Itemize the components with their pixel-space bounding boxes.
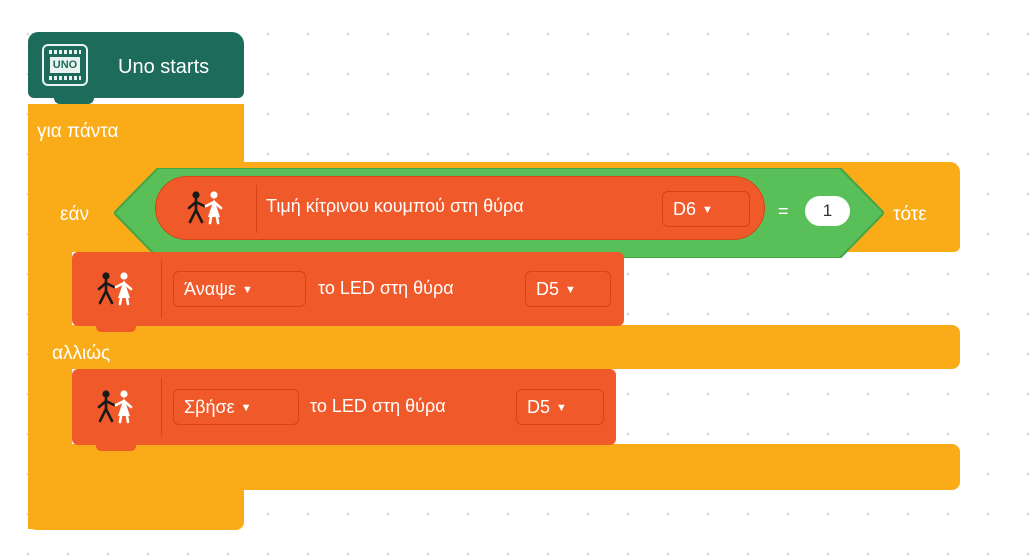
block-connector bbox=[96, 322, 136, 332]
equals-sign: = bbox=[778, 201, 789, 221]
two-figures-icon bbox=[97, 272, 133, 306]
block-separator bbox=[161, 260, 162, 318]
port-dropdown-d5[interactable]: D5 ▼ bbox=[516, 389, 604, 425]
port-dropdown-d6[interactable]: D6 ▼ bbox=[662, 191, 750, 227]
two-figures-icon bbox=[97, 390, 133, 424]
caret-down-icon: ▼ bbox=[556, 402, 567, 414]
forever-block-bottom bbox=[28, 490, 244, 530]
hat-title: Uno starts bbox=[118, 56, 210, 78]
caret-down-icon: ▼ bbox=[241, 284, 253, 296]
led-port-text: το LED στη θύρα bbox=[318, 278, 454, 298]
caret-down-icon: ▼ bbox=[702, 204, 713, 216]
board-label: UNO bbox=[50, 57, 80, 73]
value-input[interactable]: 1 bbox=[805, 196, 850, 226]
caret-down-icon: ▼ bbox=[240, 402, 252, 414]
hat-block-connector bbox=[54, 92, 94, 104]
port-dropdown-d5[interactable]: D5 ▼ bbox=[525, 271, 611, 307]
action-value: Άναψε bbox=[184, 279, 236, 299]
led-port-text: το LED στη θύρα bbox=[310, 396, 446, 416]
port-value: D6 bbox=[673, 199, 697, 219]
port-value: D5 bbox=[527, 397, 551, 417]
reporter-text: Τιμή κίτρινου κουμπού στη θύρα bbox=[266, 196, 524, 216]
arduino-uno-board-icon: UNO bbox=[42, 44, 88, 86]
block-separator bbox=[161, 378, 162, 436]
forever-block-rail bbox=[28, 104, 50, 529]
then-label: τότε bbox=[893, 204, 927, 225]
block-connector bbox=[96, 441, 136, 451]
two-figures-icon bbox=[187, 191, 223, 225]
action-dropdown-turn-on[interactable]: Άναψε ▼ bbox=[173, 271, 306, 307]
reporter-separator bbox=[256, 185, 257, 233]
if-else-block-bottom bbox=[50, 444, 960, 490]
else-section bbox=[50, 325, 960, 369]
if-label: εάν bbox=[60, 204, 89, 225]
action-value: Σβήσε bbox=[184, 397, 235, 417]
yellow-button-value-reporter[interactable]: Τιμή κίτρινου κουμπού στη θύρα D6 ▼ bbox=[155, 176, 765, 240]
else-label: αλλιώς bbox=[52, 343, 111, 364]
caret-down-icon: ▼ bbox=[565, 284, 576, 296]
forever-label: για πάντα bbox=[37, 121, 119, 142]
action-dropdown-turn-off[interactable]: Σβήσε ▼ bbox=[173, 389, 299, 425]
port-value: D5 bbox=[536, 279, 560, 299]
